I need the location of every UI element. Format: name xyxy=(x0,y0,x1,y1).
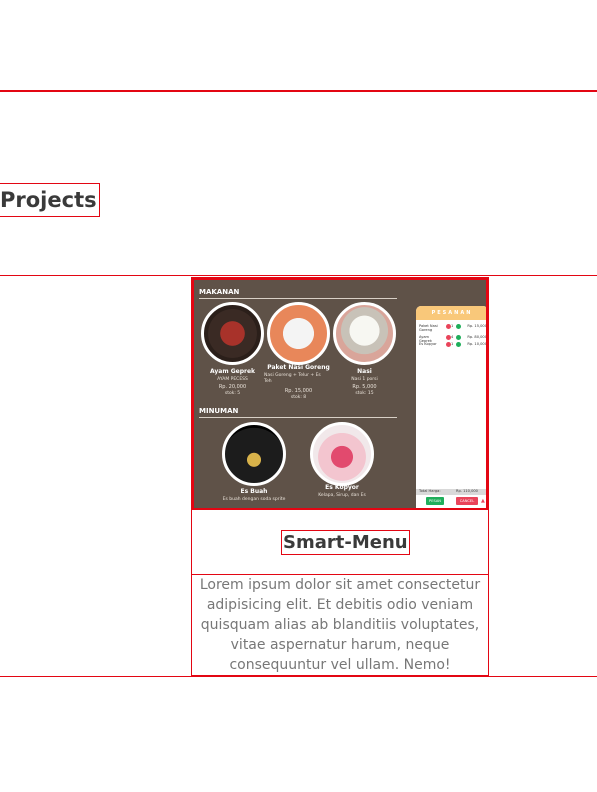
es-kopyor-image xyxy=(310,422,374,486)
ayam-geprek-image xyxy=(201,302,264,365)
section-title: Projects xyxy=(0,183,100,217)
order-item-name: Es Kopyor xyxy=(419,342,437,346)
food-stock: stok: 15 xyxy=(355,391,374,396)
order-item-price: Rp. 80,000 xyxy=(467,335,487,339)
food-stock: stok: 5 xyxy=(224,391,241,396)
order-item-qty: 1 xyxy=(451,342,454,346)
drink-name: Es Buah xyxy=(240,488,268,495)
order-row: Es Kopyor 1 Rp. 10,000 xyxy=(419,342,487,350)
preview-rule xyxy=(199,417,397,418)
nasi-goreng-image xyxy=(267,302,330,365)
order-total: Total Harga: Rp. 110,000 xyxy=(416,489,486,495)
food-price: Rp. 15,000 xyxy=(284,388,313,394)
es-buah-image xyxy=(222,422,286,486)
preview-makanan-heading: MAKANAN xyxy=(199,288,240,296)
drink-desc: Kelapa, Sirup, dan Es xyxy=(318,493,366,498)
food-name: Nasi xyxy=(357,368,372,375)
cancel-button[interactable]: CANCEL xyxy=(456,497,478,505)
preview-rule xyxy=(199,298,397,299)
order-item-qty: 4 xyxy=(451,335,454,339)
divider-bottom xyxy=(0,676,597,677)
divider-top xyxy=(0,90,597,92)
project-description: Lorem ipsum dolor sit amet consectetur a… xyxy=(199,577,481,673)
project-screenshot[interactable]: MAKANAN Ayam Geprek AYAM PECESS Rp. 20,0… xyxy=(192,278,488,510)
nasi-image xyxy=(333,302,396,365)
food-price: Rp. 5,000 xyxy=(352,384,377,390)
food-price: Rp. 20,000 xyxy=(218,384,247,390)
plus-icon[interactable] xyxy=(456,335,461,340)
plus-icon[interactable] xyxy=(456,342,461,347)
order-item-qty: 1 xyxy=(451,324,454,328)
project-title-area: Smart-Menu xyxy=(192,511,488,575)
order-total-label: Total Harga: xyxy=(419,489,441,493)
order-total-value: Rp. 110,000 xyxy=(456,489,478,493)
preview-minuman-heading: MINUMAN xyxy=(199,407,239,415)
order-item-price: Rp. 10,000 xyxy=(467,342,487,346)
project-card[interactable]: MAKANAN Ayam Geprek AYAM PECESS Rp. 20,0… xyxy=(191,277,489,676)
food-desc: Nasi 1 porsi xyxy=(351,377,378,382)
project-title[interactable]: Smart-Menu xyxy=(281,530,410,555)
food-desc: AYAM PECESS xyxy=(217,377,248,382)
pesan-button[interactable]: PESAN xyxy=(426,497,444,505)
order-item-price: Rp. 15,000 xyxy=(467,324,487,328)
food-desc: Nasi Goreng + Telur + Es Teh xyxy=(264,373,321,384)
food-stock: stok: 8 xyxy=(290,395,307,400)
food-name: Paket Nasi Goreng xyxy=(267,364,330,371)
order-panel: PESANAN Paket Nasi Goreng 1 Rp. 15,000 A… xyxy=(416,306,487,508)
food-name: Ayam Geprek xyxy=(209,368,256,375)
divider-middle xyxy=(0,275,597,276)
order-panel-title: PESANAN xyxy=(416,306,486,320)
drink-desc: Es buah dengan soda sprite xyxy=(222,497,286,502)
trash-icon[interactable]: ▲ xyxy=(481,498,485,504)
order-row: Paket Nasi Goreng 1 Rp. 15,000 xyxy=(419,324,487,332)
drink-name: Es Kopyor xyxy=(325,484,359,491)
plus-icon[interactable] xyxy=(456,324,461,329)
order-item-name: Paket Nasi Goreng xyxy=(419,324,438,332)
